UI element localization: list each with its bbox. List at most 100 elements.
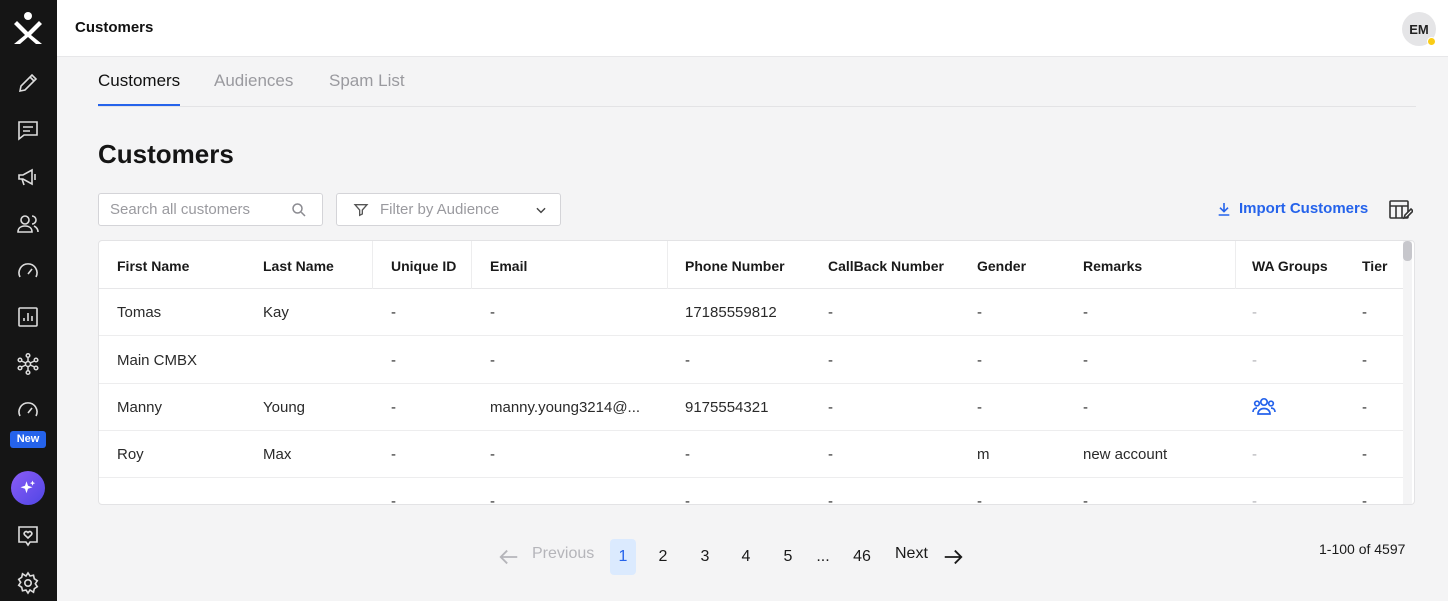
avatar[interactable]: EM xyxy=(1402,12,1436,46)
tab-customers[interactable]: Customers xyxy=(98,71,181,106)
cell-first-name: Main CMBX xyxy=(117,352,198,369)
cell-last-name: Max xyxy=(263,446,292,463)
ai-sparkle-icon[interactable] xyxy=(11,471,45,505)
cell-email: - xyxy=(490,446,495,463)
cell-remarks: new account xyxy=(1083,446,1168,463)
cell-phone: 9175554321 xyxy=(685,399,769,416)
cell-remarks: - xyxy=(1083,399,1088,416)
heart-message-icon[interactable] xyxy=(15,523,41,549)
page-1-button[interactable]: 1 xyxy=(610,539,636,575)
arrow-right-icon[interactable] xyxy=(942,547,964,567)
cell-phone: - xyxy=(685,352,690,369)
results-count: 1-100 of 4597 xyxy=(1319,541,1406,557)
page-3-button[interactable]: 3 xyxy=(692,539,718,575)
table-row[interactable]: Manny Young - manny.young3214@... 917555… xyxy=(99,384,1404,431)
cell-wa-groups: - xyxy=(1252,493,1257,505)
cell-email: manny.young3214@... xyxy=(490,399,641,416)
customers-table: First Name Last Name Unique ID Email Pho… xyxy=(98,240,1415,505)
gear-icon[interactable] xyxy=(15,570,41,596)
cell-unique-id: - xyxy=(391,304,396,321)
filter-placeholder: Filter by Audience xyxy=(380,201,500,218)
cell-wa-groups: - xyxy=(1252,352,1257,369)
edit-columns-icon[interactable] xyxy=(1389,199,1413,221)
edit-icon[interactable] xyxy=(15,70,41,96)
cell-gender: - xyxy=(977,399,982,416)
gauge-new-icon[interactable] xyxy=(15,397,41,423)
arrow-left-icon xyxy=(499,549,518,565)
filter-icon xyxy=(353,204,369,217)
cell-tier: - xyxy=(1362,304,1367,321)
col-remarks[interactable]: Remarks xyxy=(1083,258,1142,274)
col-divider xyxy=(372,241,373,289)
col-unique-id[interactable]: Unique ID xyxy=(391,258,456,274)
table-header: First Name Last Name Unique ID Email Pho… xyxy=(99,241,1404,289)
cell-unique-id: - xyxy=(391,399,396,416)
page-5-button[interactable]: 5 xyxy=(775,539,801,575)
table-row[interactable]: - - - - - - - - xyxy=(99,478,1404,505)
cell-callback: - xyxy=(828,352,833,369)
scrollbar-thumb[interactable] xyxy=(1403,241,1412,261)
chat-icon[interactable] xyxy=(15,117,41,143)
cell-unique-id: - xyxy=(391,493,396,505)
cell-last-name: Kay xyxy=(263,304,289,321)
cell-email: - xyxy=(490,352,495,369)
table-scrollbar[interactable] xyxy=(1403,241,1412,504)
cell-callback: - xyxy=(828,493,833,505)
report-icon[interactable] xyxy=(15,304,41,330)
page-2-button[interactable]: 2 xyxy=(650,539,676,575)
cell-tier: - xyxy=(1362,352,1367,369)
import-customers-label: Import Customers xyxy=(1239,200,1369,217)
col-divider xyxy=(1235,241,1236,289)
cell-email: - xyxy=(490,493,495,505)
col-phone-number[interactable]: Phone Number xyxy=(685,258,785,274)
col-first-name[interactable]: First Name xyxy=(117,258,189,274)
network-icon[interactable] xyxy=(15,351,41,377)
table-row[interactable]: Roy Max - - - - m new account - - xyxy=(99,431,1404,478)
cell-tier: - xyxy=(1362,446,1367,463)
table-row[interactable]: Tomas Kay - - 17185559812 - - - - - xyxy=(99,289,1404,336)
cell-phone: - xyxy=(685,446,690,463)
cell-wa-groups: - xyxy=(1252,446,1257,463)
logo-icon[interactable] xyxy=(14,12,42,44)
table-row[interactable]: Main CMBX - - - - - - - - xyxy=(99,337,1404,384)
users-icon[interactable] xyxy=(15,211,41,237)
cell-tier: - xyxy=(1362,399,1367,416)
tab-audiences[interactable]: Audiences xyxy=(214,71,293,104)
search-placeholder: Search all customers xyxy=(110,201,251,218)
cell-remarks: - xyxy=(1083,493,1088,505)
header-title: Customers xyxy=(75,19,154,36)
audience-filter-select[interactable]: Filter by Audience xyxy=(336,193,561,226)
cell-unique-id: - xyxy=(391,446,396,463)
previous-button[interactable]: Previous xyxy=(532,545,594,563)
cell-remarks: - xyxy=(1083,352,1088,369)
search-input[interactable]: Search all customers xyxy=(98,193,323,226)
presence-dot xyxy=(1427,37,1436,46)
cell-first-name: Tomas xyxy=(117,304,162,321)
gauge-icon[interactable] xyxy=(15,258,41,284)
tab-spam-list[interactable]: Spam List xyxy=(329,71,405,104)
download-icon xyxy=(1218,202,1230,216)
top-header: Customers EM xyxy=(57,0,1448,57)
wa-group-icon[interactable] xyxy=(1252,396,1276,416)
cell-first-name: Manny xyxy=(117,399,163,416)
col-callback-number[interactable]: CallBack Number xyxy=(828,258,944,274)
search-icon xyxy=(292,203,306,217)
cell-callback: - xyxy=(828,446,833,463)
cell-unique-id: - xyxy=(391,352,396,369)
page-title: Customers xyxy=(98,139,234,169)
page-last-button[interactable]: 46 xyxy=(849,539,875,575)
page-4-button[interactable]: 4 xyxy=(733,539,759,575)
next-button[interactable]: Next xyxy=(895,545,928,563)
col-last-name[interactable]: Last Name xyxy=(263,258,334,274)
cell-gender: - xyxy=(977,352,982,369)
col-email[interactable]: Email xyxy=(490,258,527,274)
col-gender[interactable]: Gender xyxy=(977,258,1026,274)
col-tier[interactable]: Tier xyxy=(1362,258,1387,274)
megaphone-icon[interactable] xyxy=(15,164,41,190)
cell-gender: - xyxy=(977,493,982,505)
cell-phone: 17185559812 xyxy=(685,304,777,321)
cell-phone: - xyxy=(685,493,690,505)
cell-first-name: Roy xyxy=(117,446,144,463)
import-customers-button[interactable]: Import Customers xyxy=(1216,200,1368,217)
col-wa-groups[interactable]: WA Groups xyxy=(1252,258,1328,274)
